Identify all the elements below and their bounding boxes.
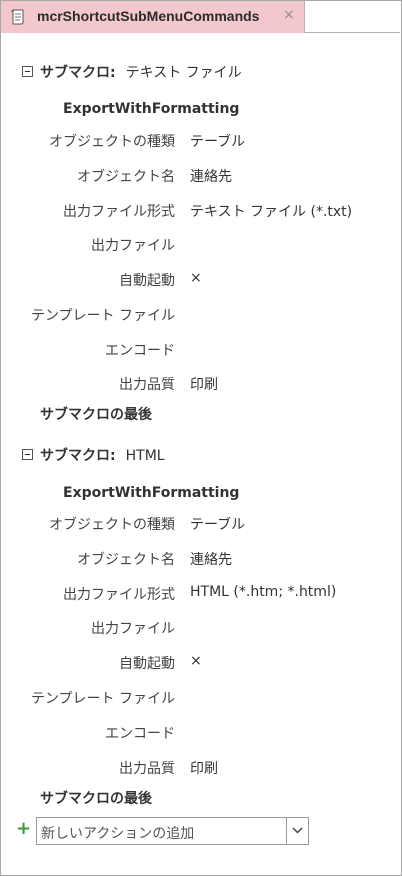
arg-label: 出力ファイル <box>91 238 175 254</box>
arg-label: テンプレート ファイル <box>30 308 175 324</box>
submacro-name: テキスト ファイル <box>125 65 242 81</box>
tab-title: mcrShortcutSubMenuCommands <box>37 8 260 24</box>
arg-label: 自動起動 <box>119 656 175 672</box>
arg-label: オブジェクト名 <box>77 552 175 568</box>
arg-value[interactable]: テーブル <box>190 131 245 151</box>
add-action-placeholder: 新しいアクションの追加 <box>41 826 195 842</box>
arg-value[interactable]: × <box>190 653 202 669</box>
submacro-end-label: サブマクロの最後 <box>40 791 152 807</box>
arg-value[interactable]: 連絡先 <box>190 166 232 186</box>
dropdown-button[interactable] <box>286 818 308 844</box>
arg-label: オブジェクトの種類 <box>49 517 175 533</box>
arg-value[interactable]: 連絡先 <box>190 549 232 569</box>
macro-icon <box>11 9 24 25</box>
arg-label: 出力品質 <box>119 377 175 393</box>
submacro-label: サブマクロ: <box>40 448 116 464</box>
arg-value[interactable]: HTML (*.htm; *.html) <box>190 584 336 600</box>
arg-value[interactable]: テーブル <box>190 514 245 534</box>
collapse-icon[interactable] <box>22 66 33 77</box>
arg-label: 出力ファイル形式 <box>63 587 175 603</box>
arg-label: 出力ファイル <box>91 621 175 637</box>
action-name[interactable]: ExportWithFormatting <box>63 485 239 501</box>
collapse-icon[interactable] <box>22 449 33 460</box>
arg-value[interactable]: 印刷 <box>190 758 218 778</box>
chevron-down-icon <box>292 827 303 834</box>
submacro-name: HTML <box>125 448 165 464</box>
arg-value[interactable]: テキスト ファイル (*.txt) <box>190 201 352 221</box>
submacro-label: サブマクロ: <box>40 65 116 81</box>
arg-label: 出力品質 <box>119 761 175 777</box>
close-icon[interactable]: × <box>283 7 295 23</box>
arg-label: エンコード <box>105 343 175 359</box>
arg-label: エンコード <box>105 726 175 742</box>
arg-label: オブジェクト名 <box>77 169 175 185</box>
document-tab[interactable]: mcrShortcutSubMenuCommands × <box>1 1 305 33</box>
submacro-header[interactable]: サブマクロ: テキスト ファイル <box>40 62 242 82</box>
arg-label: オブジェクトの種類 <box>49 134 175 150</box>
document-tab-strip: mcrShortcutSubMenuCommands × <box>1 1 400 33</box>
arg-label: 自動起動 <box>119 273 175 289</box>
arg-value[interactable]: × <box>190 270 202 286</box>
arg-label: テンプレート ファイル <box>30 691 175 707</box>
submacro-end-label: サブマクロの最後 <box>40 407 152 423</box>
arg-label: 出力ファイル形式 <box>63 204 175 220</box>
action-name[interactable]: ExportWithFormatting <box>63 101 239 117</box>
add-action-combobox[interactable]: 新しいアクションの追加 <box>36 817 309 845</box>
submacro-header[interactable]: サブマクロ: HTML <box>40 445 165 465</box>
arg-value[interactable]: 印刷 <box>190 374 218 394</box>
add-icon[interactable]: + <box>16 820 31 838</box>
